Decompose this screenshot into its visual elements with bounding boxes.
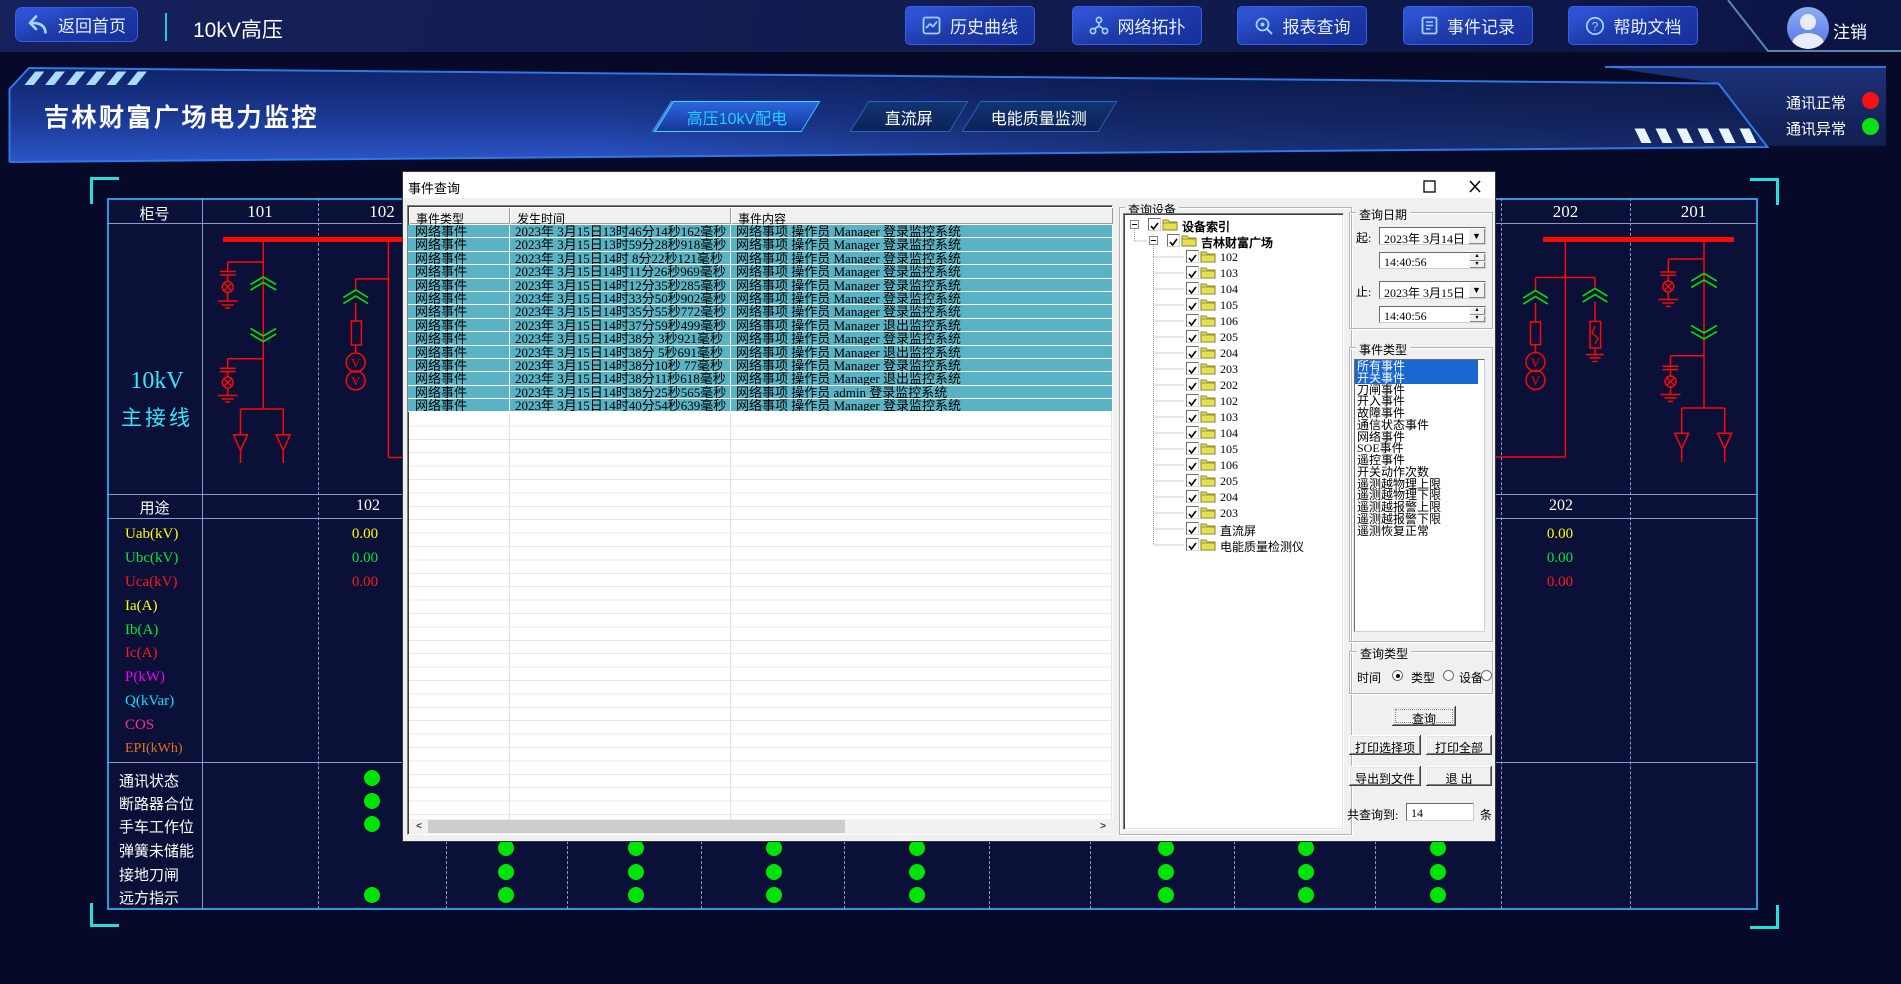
svg-text:V: V [351,356,361,371]
svg-text:V: V [1531,355,1541,370]
svg-text:V: V [351,374,361,389]
svg-text:V: V [1531,373,1541,388]
